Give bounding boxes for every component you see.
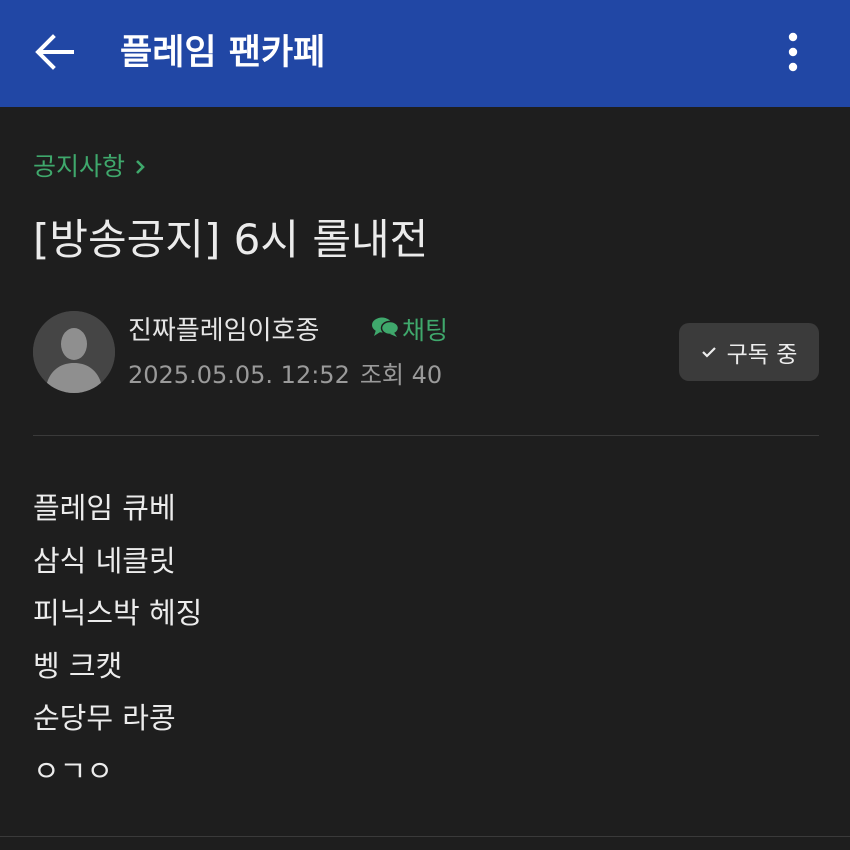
breadcrumb-category[interactable]: 공지사항 xyxy=(33,150,145,184)
body-line: 삼식 네클릿 xyxy=(33,543,176,578)
default-avatar-icon xyxy=(33,311,115,393)
author-name[interactable]: 진짜플레임이호종 xyxy=(128,313,319,349)
check-icon xyxy=(701,345,717,359)
post-meta: 2025.05.05. 12:52 조회 40 xyxy=(128,358,442,392)
chevron-right-icon xyxy=(135,159,145,175)
body-line: ㅇㄱㅇ xyxy=(33,753,114,788)
more-options-button[interactable] xyxy=(770,28,816,80)
post-title: [방송공지] 6시 롤내전 xyxy=(33,215,429,264)
app-root: 플레임 팬카페 공지사항 [방송공지] 6시 롤내전 진짜플레임이호종 채팅 2… xyxy=(0,0,850,850)
app-title: 플레임 팬카페 xyxy=(120,33,326,73)
body-line: 피닉스박 헤징 xyxy=(33,596,203,631)
arrow-left-icon xyxy=(34,34,74,74)
view-count: 조회 40 xyxy=(359,361,443,389)
header-divider xyxy=(33,435,819,436)
body-line: 플레임 큐베 xyxy=(33,491,176,525)
back-button[interactable] xyxy=(26,28,82,80)
post-date: 2025.05.05. 12:52 xyxy=(128,361,350,389)
author-avatar[interactable] xyxy=(33,311,115,393)
more-vertical-icon xyxy=(787,32,799,76)
chat-link[interactable]: 채팅 xyxy=(370,313,448,349)
post-body: 플레임 큐베 삼식 네클릿 피닉스박 헤징 벵 크캣 순당무 라콩 ㅇㄱㅇ xyxy=(33,482,202,798)
subscribe-label: 구독 중 xyxy=(726,342,798,368)
subscribe-button[interactable]: 구독 중 xyxy=(679,323,819,381)
top-app-bar: 플레임 팬카페 xyxy=(0,0,850,107)
body-line: 순당무 라콩 xyxy=(33,701,176,736)
chat-label: 채팅 xyxy=(402,316,449,345)
content-divider xyxy=(0,836,850,837)
chat-bubbles-icon xyxy=(370,313,402,349)
breadcrumb-label: 공지사항 xyxy=(33,152,126,181)
body-line: 벵 크캣 xyxy=(33,648,123,683)
